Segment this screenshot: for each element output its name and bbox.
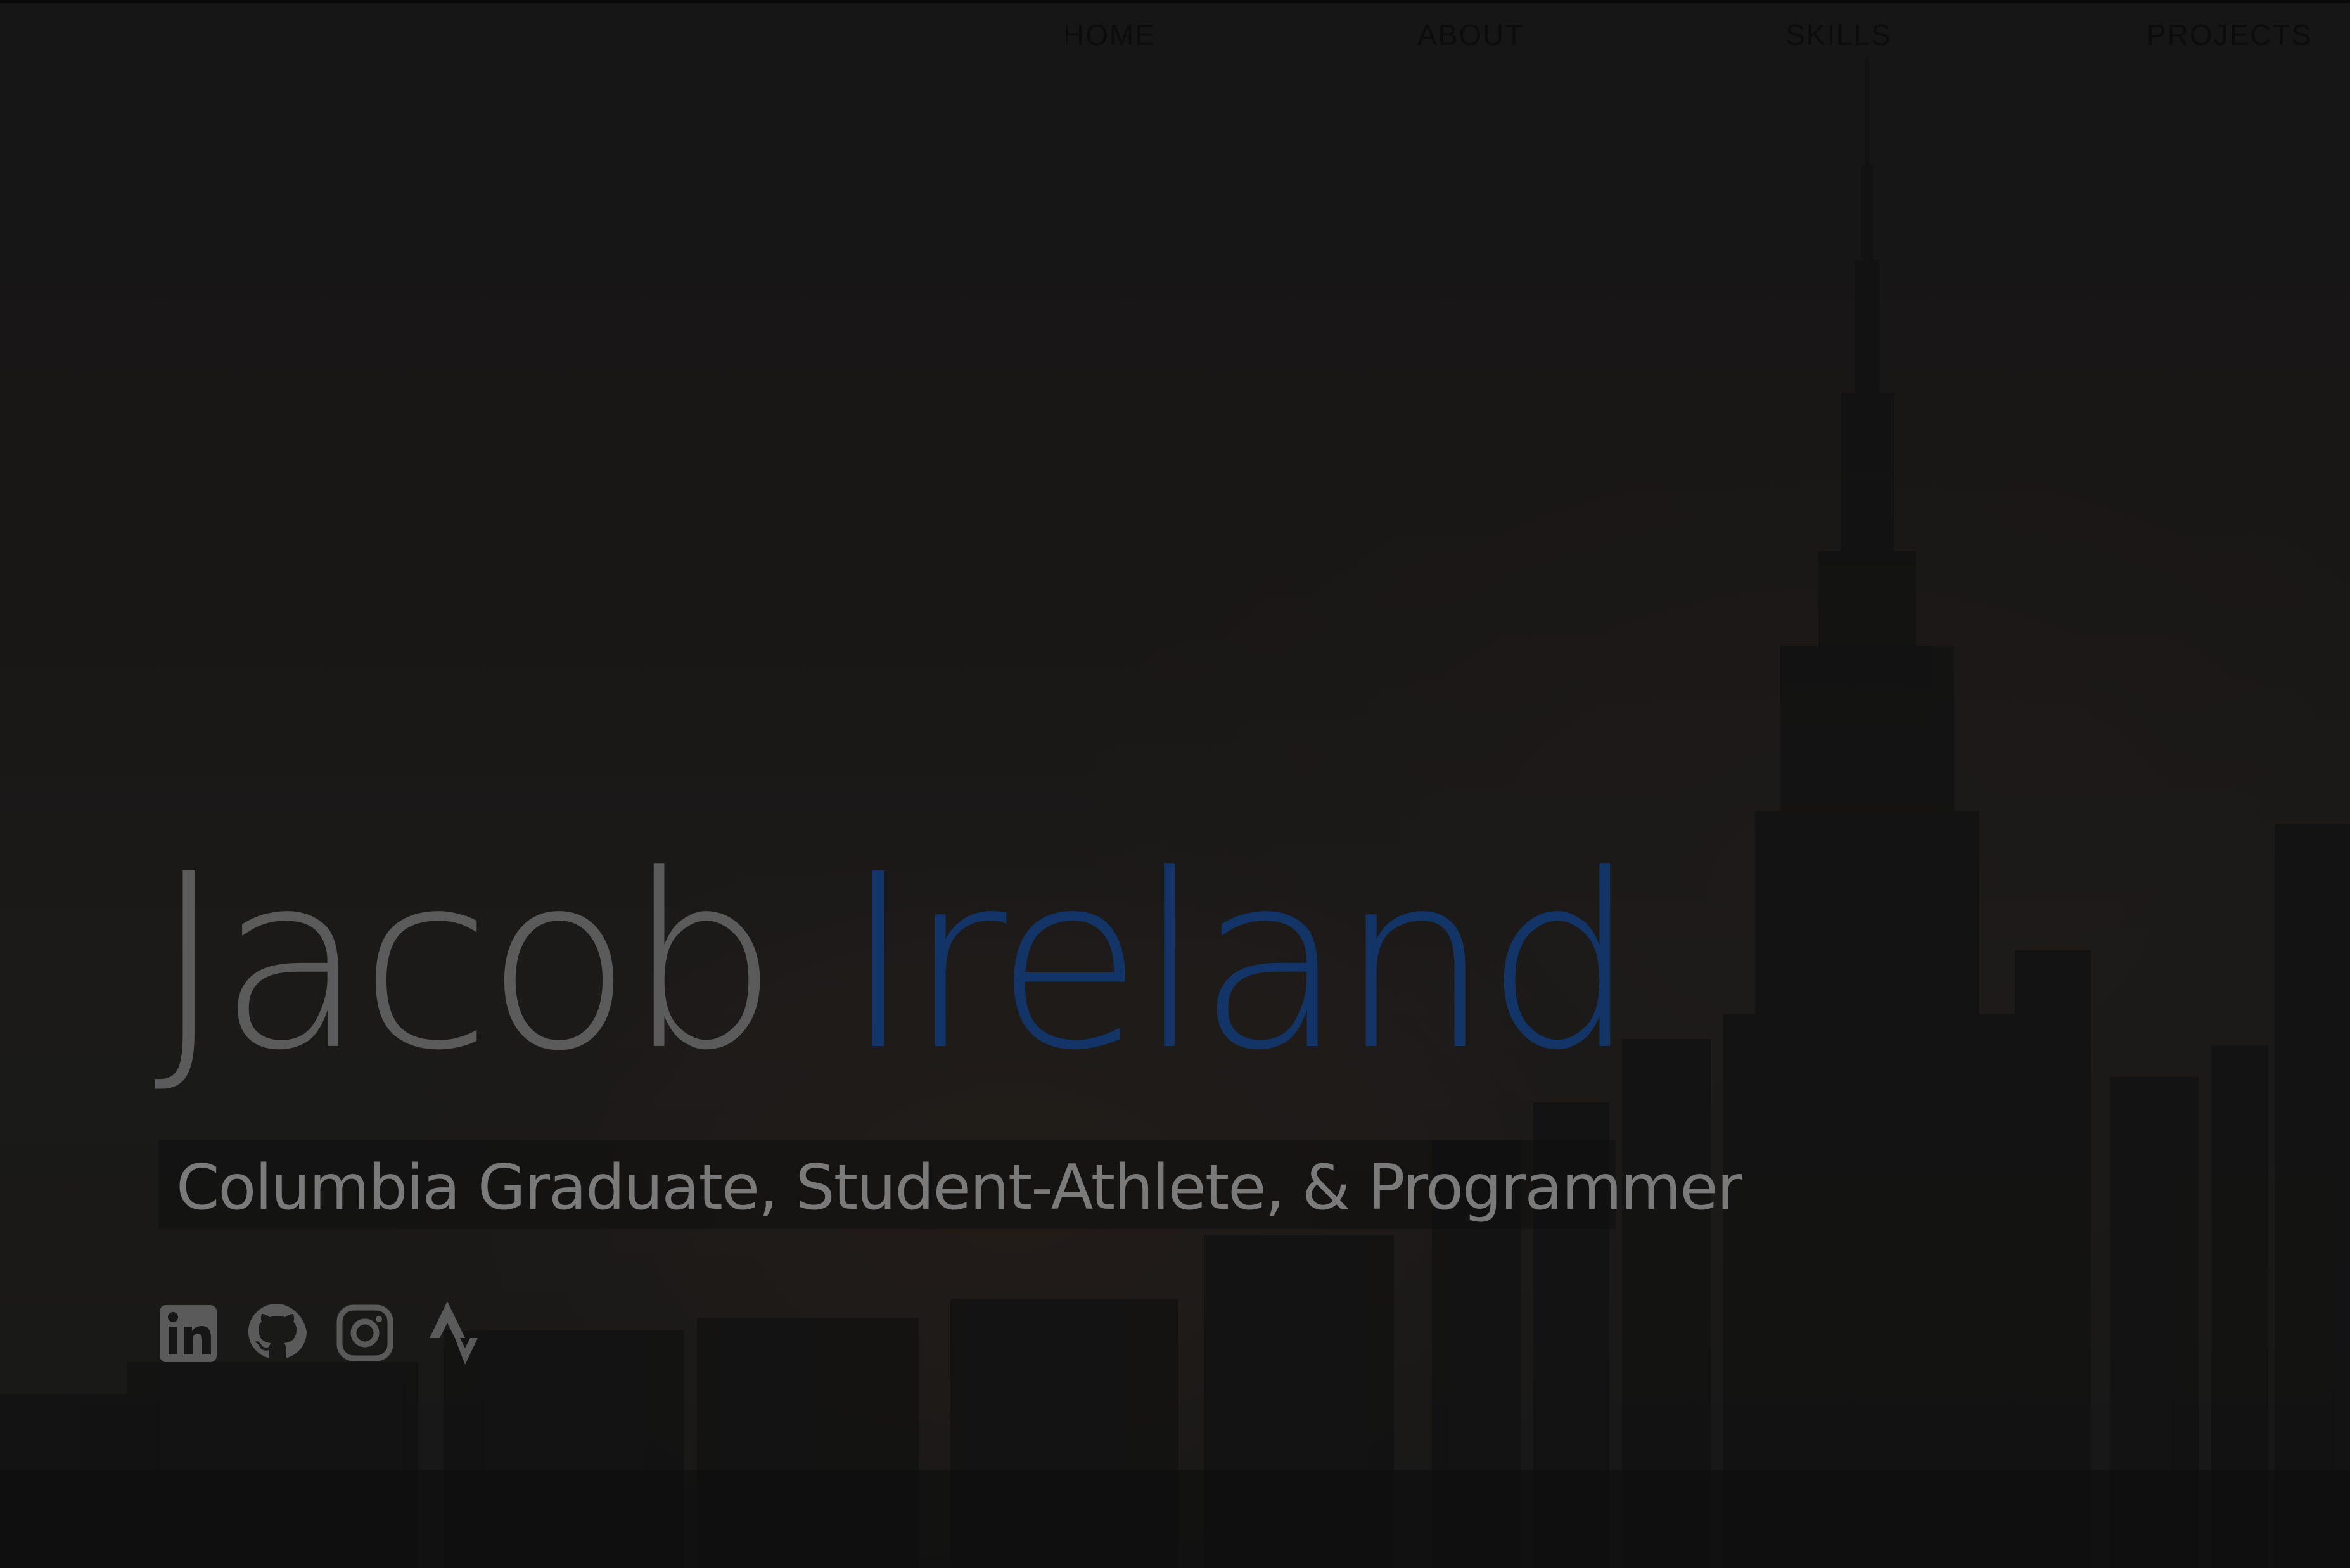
strava-icon (430, 1301, 478, 1365)
first-name: Jacob (153, 822, 779, 1103)
hero-subtitle: Columbia Graduate, Student-Athlete, & Pr… (176, 1152, 1742, 1224)
hero-page: HOME ABOUT SKILLS PROJECTS Jacob Ireland… (0, 0, 2350, 1568)
strava-link[interactable] (423, 1299, 484, 1368)
hero-name-heading: Jacob Ireland (153, 843, 1638, 1083)
linkedin-link[interactable] (158, 1299, 219, 1368)
last-name: Ireland (843, 822, 1637, 1103)
nav-projects-link[interactable]: PROJECTS (2147, 18, 2312, 52)
nav-about-link[interactable]: ABOUT (1417, 18, 1524, 52)
instagram-icon (336, 1304, 393, 1361)
nav-skills-link[interactable]: SKILLS (1785, 18, 1892, 52)
github-link[interactable] (246, 1299, 307, 1368)
top-navigation: HOME ABOUT SKILLS PROJECTS (0, 18, 2350, 62)
linkedin-icon (160, 1305, 217, 1362)
instagram-link[interactable] (335, 1299, 395, 1368)
nav-home-link[interactable]: HOME (1063, 18, 1156, 52)
github-icon (248, 1304, 307, 1358)
